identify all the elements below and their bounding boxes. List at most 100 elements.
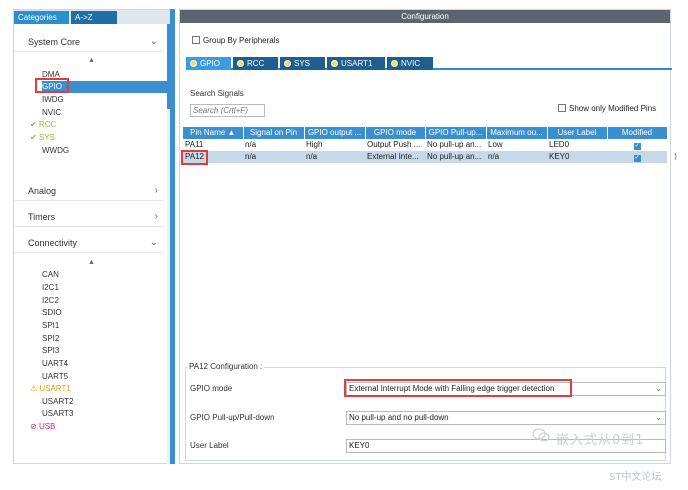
tree-item-i2c1[interactable]: I2C1 xyxy=(42,282,168,294)
pin-config-title: PA12 Configuration : xyxy=(187,362,265,371)
column-header[interactable]: User Label xyxy=(547,127,608,139)
checkbox-label: Group By Peripherals xyxy=(203,36,280,45)
status-dot-icon xyxy=(331,60,338,67)
tree-item-rcc[interactable]: ✔ RCC xyxy=(30,119,156,131)
column-header[interactable]: GPIO output ... xyxy=(304,127,366,139)
tree-item-label: SYS xyxy=(38,133,55,142)
tree-item-nvic[interactable]: NVIC xyxy=(42,107,168,119)
table-cell: Output Push ... xyxy=(367,140,421,149)
tree-item-can[interactable]: CAN xyxy=(42,269,168,281)
table-cell: ✓ xyxy=(607,139,667,151)
checkbox-label: Show only Modified Pins xyxy=(569,104,657,113)
column-header[interactable]: Signal on Pin xyxy=(243,127,305,139)
panel-divider[interactable] xyxy=(170,9,175,464)
section-label: Timers xyxy=(28,212,56,222)
search-label: Search Signals xyxy=(190,89,244,98)
gpio-pull-select[interactable]: No pull-up and no pull-down ⌄ xyxy=(346,411,666,425)
search-input[interactable] xyxy=(190,104,265,117)
tab-label: USART1 xyxy=(341,59,373,68)
tab-label: SYS xyxy=(294,59,311,68)
tree-item-spi2[interactable]: SPI2 xyxy=(42,333,168,345)
table-cell: ✓ xyxy=(607,151,667,163)
tree-item-usart1[interactable]: ⚠ USART1 xyxy=(30,383,156,395)
section-analog[interactable]: Analog › xyxy=(14,181,164,201)
status-dot-icon xyxy=(190,60,197,67)
tab-categories[interactable]: Categories xyxy=(14,11,69,24)
panel-title: Configuration xyxy=(180,10,670,23)
checkbox-icon xyxy=(192,36,200,44)
tree-item-label: USB xyxy=(38,422,56,431)
tree-item-uart5[interactable]: UART5 xyxy=(42,371,168,383)
table-cell: No pull-up an... xyxy=(427,140,482,149)
watermark-text: 嵌入式从0到1 xyxy=(556,433,645,448)
collapse-icon[interactable]: ⟩ xyxy=(674,152,677,161)
table-cell: LED0 xyxy=(549,140,570,149)
chevron-right-icon: › xyxy=(154,185,158,196)
tree-item-sys[interactable]: ✔ SYS xyxy=(30,132,156,144)
table-row[interactable]: PA11 n/a High Output Push ... No pull-up… xyxy=(183,139,667,151)
column-header[interactable]: GPIO mode xyxy=(365,127,426,139)
tree-item-spi1[interactable]: SPI1 xyxy=(42,320,168,332)
chevron-down-icon: ⌄ xyxy=(655,413,662,422)
table-cell: n/a xyxy=(304,151,365,163)
checkbox-icon xyxy=(558,104,566,112)
group-by-checkbox[interactable]: Group By Peripherals xyxy=(192,36,279,45)
tree-item-uart4[interactable]: UART4 xyxy=(42,358,168,370)
sort-up-icon: ▲ xyxy=(227,128,236,137)
modified-checkbox[interactable]: ✓ xyxy=(633,155,641,162)
status-dot-icon xyxy=(284,60,291,67)
tree-item-label: RCC xyxy=(38,120,57,129)
wechat-icon xyxy=(532,428,550,442)
tree-item-iwdg[interactable]: IWDG xyxy=(42,94,168,106)
tree-item-spi3[interactable]: SPI3 xyxy=(42,345,168,357)
tree-item-usb[interactable]: ⊘ USB xyxy=(30,421,156,433)
table-cell: External Inte... xyxy=(365,151,425,163)
check-icon: ✔ xyxy=(30,133,39,142)
chevron-down-icon: ⌄ xyxy=(149,36,158,47)
tab-sys[interactable]: SYS xyxy=(280,57,325,70)
tree-item-i2c2[interactable]: I2C2 xyxy=(42,295,168,307)
user-label-label: User Label xyxy=(190,441,229,450)
status-dot-icon xyxy=(391,60,398,67)
tab-nvic[interactable]: NVIC xyxy=(387,57,433,70)
tab-gpio[interactable]: GPIO xyxy=(186,57,231,70)
table-cell: n/a xyxy=(486,151,547,163)
section-label: System Core xyxy=(28,37,81,47)
tab-label: GPIO xyxy=(200,59,221,68)
tab-rcc[interactable]: RCC xyxy=(233,57,278,70)
section-timers[interactable]: Timers › xyxy=(14,207,164,227)
show-modified-checkbox[interactable]: Show only Modified Pins xyxy=(558,104,656,113)
status-dot-icon xyxy=(237,60,244,67)
chevron-down-icon: ⌄ xyxy=(655,384,662,393)
tab-label: NVIC xyxy=(401,59,421,68)
table-cell: Low xyxy=(488,140,503,149)
column-header[interactable]: Modified xyxy=(607,127,668,139)
table-cell: High xyxy=(306,140,323,149)
pa12-highlight-box xyxy=(181,150,208,165)
warning-icon: ⚠ xyxy=(30,384,40,393)
table-row[interactable]: PA12 n/a n/a External Inte... No pull-up… xyxy=(183,151,667,163)
section-system-core[interactable]: System Core ⌄ xyxy=(14,32,164,52)
table-cell: n/a xyxy=(243,151,304,163)
tab-a-z[interactable]: A->Z xyxy=(71,11,117,24)
column-header[interactable]: Pin Name ▲ xyxy=(183,127,244,139)
section-connectivity[interactable]: Connectivity ⌄ xyxy=(14,233,164,253)
column-header[interactable]: Maximum ou... xyxy=(486,127,548,139)
gpio-mode-highlight-box xyxy=(344,379,572,397)
tree-item-usart3[interactable]: USART3 xyxy=(42,408,168,420)
tree-item-wwdg[interactable]: WWDG xyxy=(42,145,168,157)
modified-checkbox[interactable]: ✓ xyxy=(633,143,641,150)
sort-icon[interactable]: ▲ xyxy=(88,259,95,266)
tree-item-usart2[interactable]: USART2 xyxy=(42,396,168,408)
select-value: No pull-up and no pull-down xyxy=(349,413,449,422)
tab-label: RCC xyxy=(247,59,265,68)
tab-usart1[interactable]: USART1 xyxy=(327,57,385,70)
section-label: Connectivity xyxy=(28,238,78,248)
column-header[interactable]: GPIO Pull-up... xyxy=(425,127,487,139)
gpio-mode-label: GPIO mode xyxy=(190,384,233,393)
tree-item-sdio[interactable]: SDIO xyxy=(42,307,168,319)
chevron-right-icon: › xyxy=(154,211,158,222)
table-header-row: Pin Name ▲ Signal on Pin GPIO output ...… xyxy=(183,127,668,139)
sort-icon[interactable]: ▲ xyxy=(88,57,95,64)
disabled-icon: ⊘ xyxy=(30,422,39,431)
